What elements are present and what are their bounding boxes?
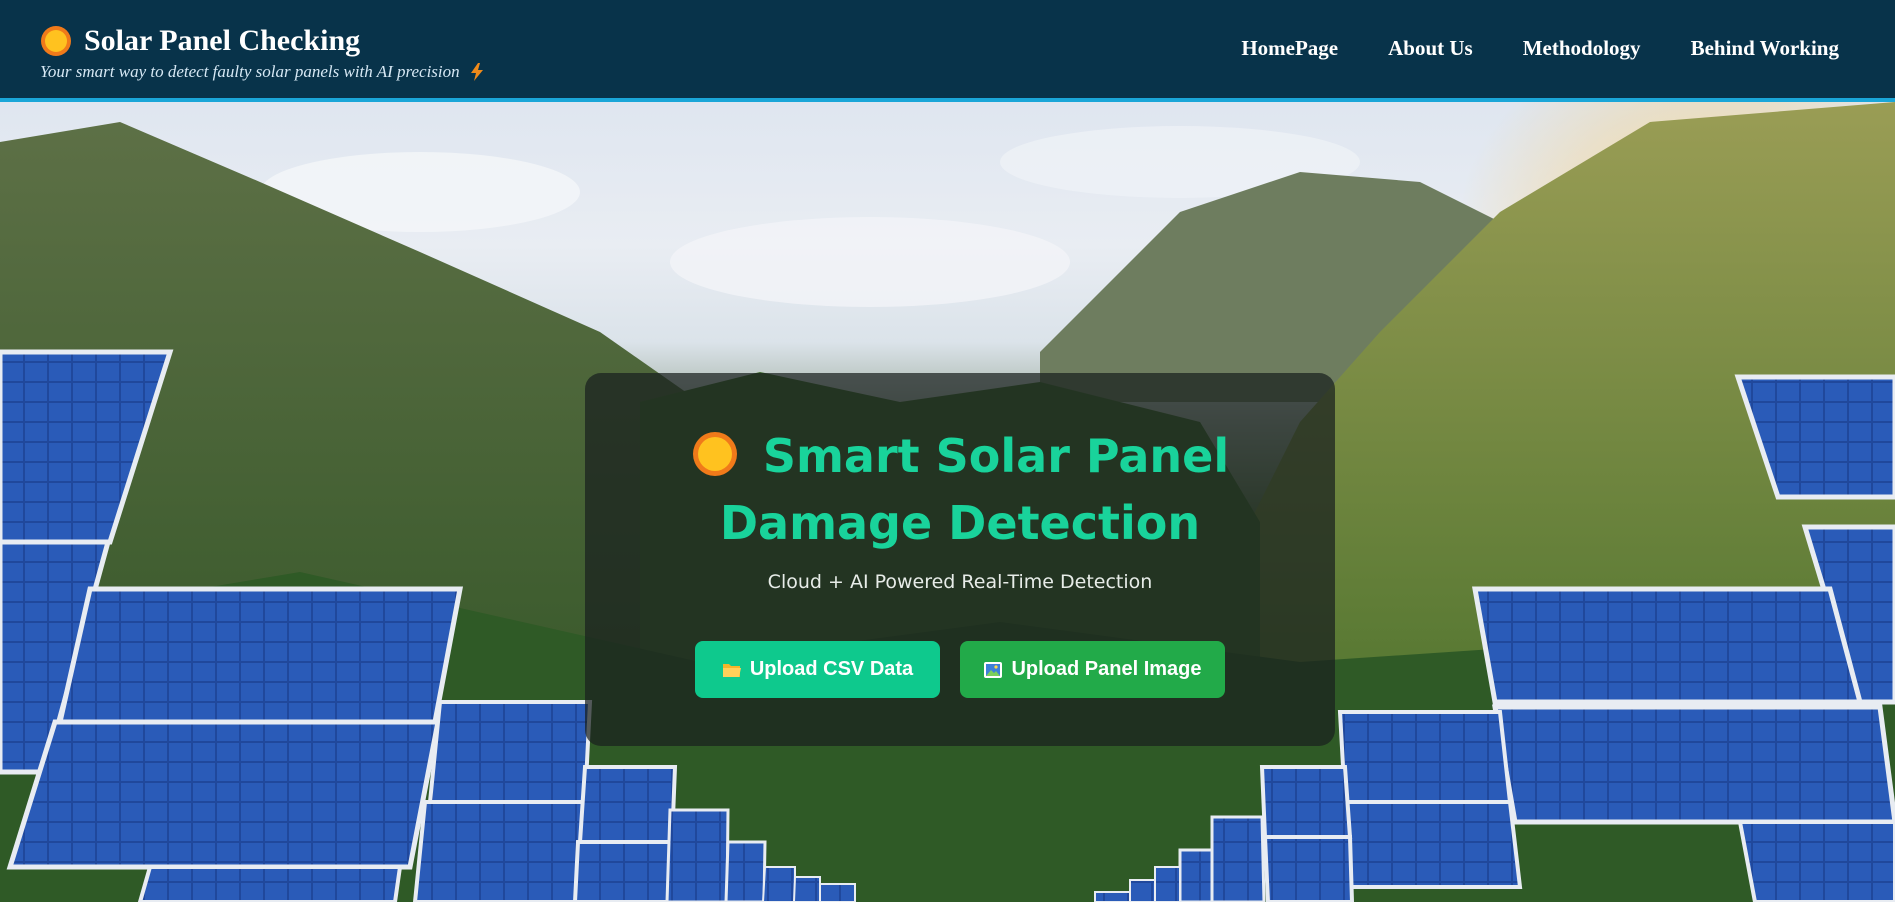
hero-title-line2: Damage Detection <box>719 496 1201 550</box>
nav-homepage[interactable]: HomePage <box>1241 36 1338 61</box>
folder-icon <box>722 663 741 677</box>
hero-title-line1: Smart Solar Panel <box>762 429 1230 483</box>
sun-icon <box>692 432 737 476</box>
hero-title: Smart Solar Panel Damage Detection <box>585 423 1335 557</box>
hero-card: Smart Solar Panel Damage Detection Cloud… <box>585 373 1335 746</box>
upload-image-button[interactable]: Upload Panel Image <box>960 641 1225 698</box>
top-navbar: Solar Panel Checking Your smart way to d… <box>0 0 1895 102</box>
lightning-icon <box>470 63 483 81</box>
nav-about-us[interactable]: About Us <box>1388 36 1473 61</box>
hero-subtitle: Cloud + AI Powered Real-Time Detection <box>767 571 1153 593</box>
brand: Solar Panel Checking Your smart way to d… <box>40 20 484 82</box>
sun-icon <box>41 26 71 56</box>
upload-csv-label: Upload CSV Data <box>749 658 914 680</box>
image-icon <box>984 661 1003 678</box>
upload-csv-button[interactable]: Upload CSV Data <box>695 641 940 698</box>
nav-methodology[interactable]: Methodology <box>1523 36 1641 61</box>
upload-image-label: Upload Panel Image <box>1011 658 1202 680</box>
site-tagline: Your smart way to detect faulty solar pa… <box>40 62 484 82</box>
tagline-text: Your smart way to detect faulty solar pa… <box>40 62 460 81</box>
nav-behind-working[interactable]: Behind Working <box>1691 36 1839 61</box>
site-title[interactable]: Solar Panel Checking <box>84 20 360 62</box>
main-nav: HomePage About Us Methodology Behind Wor… <box>1241 36 1839 61</box>
